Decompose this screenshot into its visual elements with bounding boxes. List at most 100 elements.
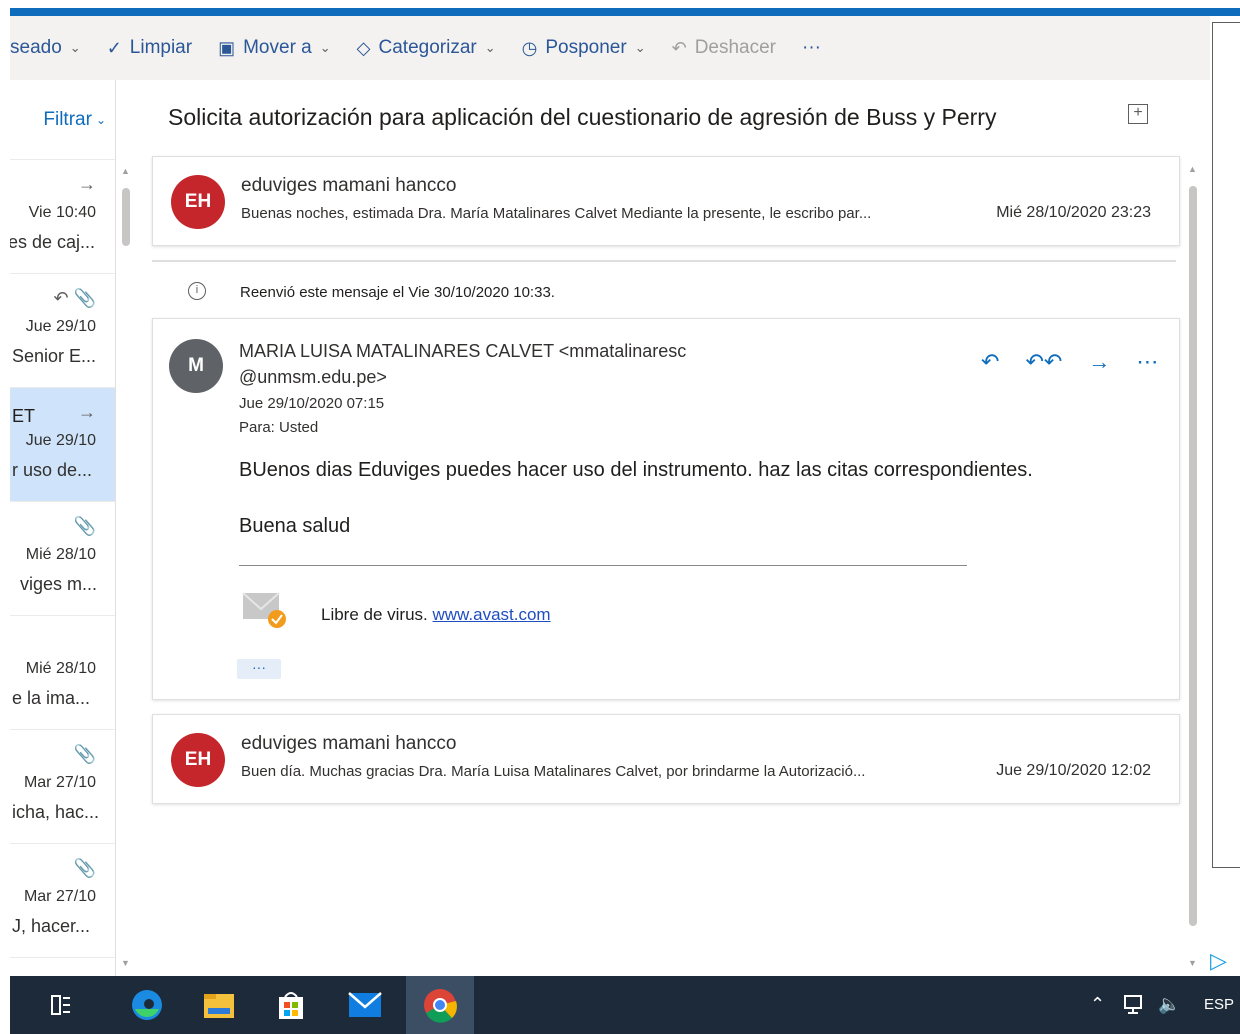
- list-item-date: Mar 27/10: [23, 774, 96, 791]
- avast-envelope-icon: [242, 592, 286, 628]
- forward-notice: i Reenvió este mensaje el Vie 30/10/2020…: [152, 260, 1176, 316]
- reading-scroll-thumb[interactable]: [1189, 186, 1197, 926]
- list-item[interactable]: Mié 28/10 e la ima...: [10, 616, 115, 730]
- snooze-label: Posponer: [545, 37, 627, 58]
- attachment-icon: 📎: [73, 516, 96, 536]
- virus-free-label: Libre de virus.: [321, 605, 433, 624]
- message-card-collapsed[interactable]: EH eduviges mamani hancco Buenas noches,…: [152, 156, 1180, 246]
- list-scrollbar[interactable]: ▲ ▼: [116, 160, 138, 976]
- attachment-icon: 📎: [73, 858, 96, 878]
- categorize-button[interactable]: ◇ Categorizar ⌄: [357, 37, 496, 59]
- list-item[interactable]: 📎 Mié 28/10 viges m...: [10, 502, 115, 616]
- tag-icon: ◇: [356, 37, 371, 58]
- expand-icon[interactable]: +: [1128, 104, 1148, 124]
- message-body-line1: BUenos dias Eduviges puedes hacer uso de…: [239, 459, 1033, 481]
- avast-link[interactable]: www.avast.com: [433, 605, 551, 624]
- message-card-collapsed[interactable]: EH eduviges mamani hancco Buen día. Much…: [152, 714, 1180, 804]
- clean-button[interactable]: ✓ Limpiar: [107, 37, 192, 59]
- message-list: Filtrar ⌄ → Vie 10:40 es de caj... ↶ 📎 J…: [10, 80, 116, 976]
- list-item-snippet: J, hacer...: [12, 916, 91, 936]
- list-item[interactable]: 📎 Mar 27/10 J, hacer...: [10, 844, 115, 958]
- tray-expand-icon[interactable]: ⌃: [1090, 994, 1105, 1015]
- avatar: EH: [171, 175, 225, 229]
- list-item-snippet: es de caj...: [10, 232, 96, 252]
- file-explorer-icon[interactable]: [190, 976, 248, 1034]
- list-item-snippet: r uso de...: [12, 460, 93, 480]
- clean-label: Limpiar: [129, 37, 193, 58]
- undo-button[interactable]: ↶ Deshacer: [672, 37, 776, 59]
- forward-notice-text: Reenvió este mensaje el Vie 30/10/2020 1…: [240, 284, 555, 301]
- forward-icon: →: [78, 402, 96, 422]
- sender-name: eduviges mamani hancco: [241, 733, 457, 754]
- list-item-snippet: viges m...: [20, 574, 98, 594]
- move-to-button[interactable]: ▣ Mover a ⌄: [218, 37, 331, 59]
- sender-name-line1: MARIA LUISA MATALINARES CALVET <mmatalin…: [239, 341, 687, 361]
- scroll-down-icon[interactable]: ▼: [1188, 958, 1197, 968]
- ad-choices-icon[interactable]: ▷: [1210, 948, 1227, 974]
- chevron-down-icon: ⌄: [95, 112, 106, 127]
- volume-icon[interactable]: 🔈: [1158, 994, 1180, 1015]
- list-item[interactable]: → Vie 10:40 es de caj...: [10, 160, 115, 274]
- outlook-window: seado ⌄ ✓ Limpiar ▣ Mover a ⌄ ◇ Categori…: [0, 0, 1240, 1034]
- reply-all-icon[interactable]: ↶↶: [1025, 349, 1062, 375]
- forward-icon: →: [78, 174, 96, 194]
- reply-icon[interactable]: ↶: [981, 349, 999, 375]
- info-icon: i: [188, 282, 206, 300]
- scroll-down-icon[interactable]: ▼: [121, 958, 130, 968]
- language-indicator[interactable]: ESP: [1204, 996, 1234, 1013]
- list-item-date: Mié 28/10: [25, 660, 96, 677]
- message-body-line2: Buena salud: [239, 515, 351, 537]
- list-item-sender: ET: [12, 406, 36, 426]
- reply-attachment-icon: ↶ 📎: [53, 288, 97, 308]
- avatar: EH: [171, 733, 225, 787]
- list-item-date: Jue 29/10: [25, 432, 96, 449]
- undo-label: Deshacer: [694, 37, 777, 58]
- top-accent-bar: [0, 0, 1240, 16]
- more-actions-button[interactable]: ···: [802, 37, 821, 59]
- broom-icon: ✓: [106, 37, 122, 58]
- message-date: Jue 29/10/2020 07:15: [239, 395, 385, 412]
- clock-icon: ◷: [521, 37, 538, 58]
- list-item-selected[interactable]: ET → Jue 29/10 r uso de...: [10, 388, 115, 502]
- mail-icon[interactable]: [336, 976, 394, 1034]
- reading-scrollbar[interactable]: ▲ ▼: [1182, 160, 1204, 976]
- message-preview: Buen día. Muchas gracias Dra. María Luis…: [241, 763, 866, 780]
- message-actions: ↶ ↶↶ → ⋯: [981, 349, 1184, 375]
- list-item[interactable]: ↶ 📎 Jue 29/10 Senior E...: [10, 274, 115, 388]
- list-item-date: Mar 27/10: [23, 888, 96, 905]
- move-to-label: Mover a: [243, 37, 312, 58]
- message-date: Mié 28/10/2020 23:23: [996, 204, 1151, 221]
- chevron-down-icon: ⌄: [69, 40, 81, 55]
- undo-icon: ↶: [671, 37, 687, 58]
- list-item-snippet: e la ima...: [12, 688, 91, 708]
- signature-divider: [239, 565, 967, 566]
- list-item[interactable]: 📎 Mar 27/10 icha, hac...: [10, 730, 115, 844]
- recipient-line: Para: Usted: [239, 419, 319, 436]
- forward-icon[interactable]: →: [1088, 349, 1110, 375]
- scroll-up-icon[interactable]: ▲: [121, 166, 130, 176]
- network-icon[interactable]: [1122, 992, 1146, 1016]
- microsoft-store-icon[interactable]: [262, 976, 320, 1034]
- chrome-browser-icon[interactable]: [406, 976, 474, 1034]
- more-actions-label: ···: [802, 37, 821, 58]
- scroll-up-icon[interactable]: ▲: [1188, 164, 1197, 174]
- list-item-date: Mié 28/10: [25, 546, 96, 563]
- list-item-date: Vie 10:40: [28, 204, 96, 221]
- show-more-button[interactable]: ···: [237, 659, 281, 679]
- sender-name: eduviges mamani hancco: [241, 175, 457, 196]
- sender-email-line2: @unmsm.edu.pe>: [239, 367, 387, 387]
- list-scroll-thumb[interactable]: [122, 188, 130, 246]
- chevron-down-icon: ⌄: [484, 40, 496, 55]
- filter-button[interactable]: Filtrar ⌄: [10, 80, 115, 160]
- more-options-icon[interactable]: ⋯: [1136, 349, 1158, 375]
- message-subject: Solicita autorización para aplicación de…: [168, 104, 997, 130]
- task-view-icon[interactable]: [32, 976, 90, 1034]
- chevron-down-icon: ⌄: [319, 40, 331, 55]
- command-toolbar: seado ⌄ ✓ Limpiar ▣ Mover a ⌄ ◇ Categori…: [10, 16, 1210, 80]
- snooze-button[interactable]: ◷ Posponer ⌄: [522, 37, 646, 59]
- filter-label: Filtrar: [43, 108, 92, 130]
- toolbar-deseado-button[interactable]: seado ⌄: [10, 37, 81, 59]
- edge-browser-icon[interactable]: [118, 976, 176, 1034]
- list-item-date: Jue 29/10: [25, 318, 96, 335]
- windows-taskbar: ⌃ 🔈 ESP: [10, 976, 1240, 1034]
